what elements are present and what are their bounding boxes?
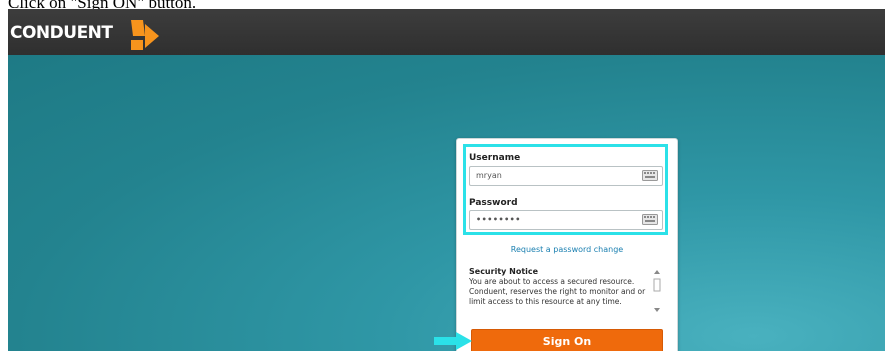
password-value: •••••••• bbox=[476, 215, 521, 224]
password-label: Password bbox=[469, 198, 518, 208]
sign-on-button[interactable]: Sign On bbox=[471, 329, 663, 351]
security-notice-text: You are about to access a secured resour… bbox=[469, 277, 646, 306]
username-value: mryan bbox=[476, 171, 502, 180]
main-area: Username mryan Password •••••••• Request… bbox=[8, 55, 885, 351]
keyboard-icon[interactable] bbox=[642, 214, 658, 225]
top-bar: CONDUENT bbox=[8, 9, 885, 55]
security-notice: Security Notice You are about to access … bbox=[469, 267, 665, 315]
request-password-change-link[interactable]: Request a password change bbox=[457, 245, 677, 254]
brand-name: CONDUENT bbox=[10, 23, 113, 43]
security-notice-title: Security Notice bbox=[469, 267, 539, 276]
pointer-arrow-icon bbox=[434, 332, 472, 350]
username-label: Username bbox=[469, 153, 521, 163]
username-field[interactable]: mryan bbox=[469, 166, 663, 186]
login-card: Username mryan Password •••••••• Request… bbox=[456, 138, 678, 351]
keyboard-icon[interactable] bbox=[642, 170, 658, 181]
password-field[interactable]: •••••••• bbox=[469, 210, 663, 230]
conduent-logo-icon bbox=[131, 20, 159, 50]
notice-scrollbar[interactable] bbox=[653, 269, 661, 313]
app-window: CONDUENT Username mryan Password •••••••… bbox=[8, 9, 885, 351]
